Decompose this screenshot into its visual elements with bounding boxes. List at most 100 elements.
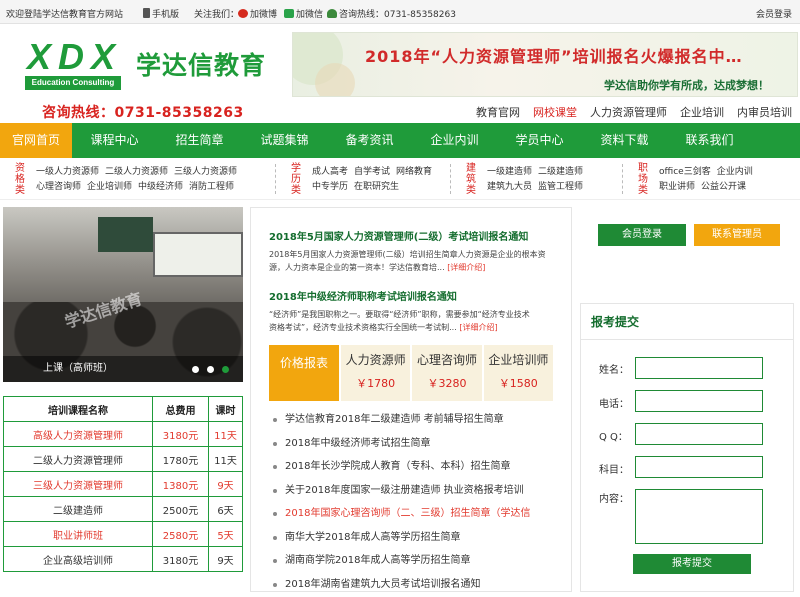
category-link[interactable]: 三级人力资源师 (174, 167, 237, 177)
news-summary: 2018年5月国家人力资源管理师(二级）培训招生简章人力资源是企业的根本资 源，… (269, 250, 546, 272)
category-construction: 建筑类 一级建造师 二级建造师 建筑九大员 监管工程师 (465, 163, 625, 197)
slider-dot[interactable] (207, 366, 214, 373)
category-link[interactable]: 在职研究生 (354, 182, 399, 192)
submit-button[interactable]: 报考提交 (633, 554, 751, 574)
quicknav-item[interactable]: 内审员培训 (737, 104, 792, 120)
list-item[interactable]: 湖南商学院2018年成人高等学历招生简章 (273, 549, 563, 573)
price-label: 价格报表 (269, 345, 339, 401)
table-row[interactable]: 三级人力资源管理师 1380元 9天 (3, 471, 243, 497)
table-row[interactable]: 二级人力资源管理师 1780元 11天 (3, 446, 243, 472)
category-link[interactable]: 心理咨询师 (36, 182, 81, 192)
category-link[interactable]: 一级人力资源师 (36, 167, 99, 177)
logo-letters: XDX (27, 36, 123, 77)
news-more-link[interactable]: [详细介绍] (459, 323, 497, 332)
category-divider (275, 164, 276, 194)
nav-downloads[interactable]: 资料下载 (582, 123, 667, 158)
subject-label: 科目： (599, 465, 629, 476)
price-cell[interactable]: 人力资源师 ￥1780 (339, 345, 411, 401)
member-login-button[interactable]: 会员登录 (598, 224, 686, 246)
slider-dot-active[interactable] (222, 366, 229, 373)
table-row[interactable]: 二级建造师 2500元 6天 (3, 496, 243, 522)
quicknav-item[interactable]: 人力资源管理师 (590, 104, 667, 120)
nav-exams[interactable]: 试题集锦 (242, 123, 327, 158)
category-link[interactable]: 消防工程师 (189, 182, 234, 192)
signup-form: 报考提交 姓名： 电话： Q Q： 科目： 内容： 报考提交 (580, 303, 794, 592)
column-header: 课时 (208, 396, 243, 422)
top-login-link[interactable]: 会员登录 (756, 7, 792, 20)
weixin-link[interactable]: 加微信 (284, 7, 323, 20)
nav-admissions[interactable]: 招生简章 (157, 123, 242, 158)
phone-field[interactable] (635, 390, 763, 412)
main-nav: 官网首页 课程中心 招生简章 试题集锦 备考资讯 企业内训 学员中心 资料下载 … (0, 123, 800, 158)
qq-field[interactable] (635, 423, 763, 445)
welcome-text: 欢迎登陆学达信教育官方网站 (6, 10, 124, 20)
logo-subtitle: Education Consulting (25, 76, 121, 90)
quicknav-item[interactable]: 网校课堂 (533, 104, 577, 120)
category-link[interactable]: 监管工程师 (538, 182, 583, 192)
site-logo[interactable]: XDX Education Consulting 学达信教育 (3, 30, 293, 100)
news-summary: “经济师”是我国职称之一。要取得“经济师”职称，需要参加“经济专业技术 资格考试… (269, 310, 530, 332)
contact-admin-button[interactable]: 联系管理员 (694, 224, 780, 246)
news-headline[interactable]: 2018年5月国家人力资源管理师(二级）考试培训报名通知 (269, 228, 528, 243)
mobile-link[interactable]: 手机版 (143, 7, 179, 20)
category-divider (622, 164, 623, 194)
slider-dots (192, 366, 229, 373)
price-cell[interactable]: 心理咨询师 ￥3280 (410, 345, 482, 401)
category-career: 职场类 office三剑客 企业内训 职业讲师 公益公开课 (637, 163, 797, 197)
category-link[interactable]: 企业培训师 (87, 182, 132, 192)
banner-title: 2018年“人力资源管理师”培训报名火爆报名中… (365, 47, 743, 66)
banner-subtitle: 学达信助你学有所成，达成梦想！ (604, 79, 769, 92)
category-link[interactable]: 成人高考 (312, 167, 348, 177)
brand-name: 学达信教育 (136, 51, 267, 80)
list-item[interactable]: 2018年中级经济师考试招生简章 (273, 432, 563, 456)
list-item[interactable]: 关于2018年度国家一级注册建造师 执业资格报考培训 (273, 479, 563, 503)
table-row[interactable]: 职业讲师班 2580元 5天 (3, 521, 243, 547)
category-title: 学历类 (291, 163, 301, 196)
qq-label: Q Q： (599, 432, 628, 443)
list-item[interactable]: 2018年湖南省建筑九大员考试培训报名通知 (273, 573, 563, 597)
subject-field[interactable] (635, 456, 763, 478)
price-cell[interactable]: 企业培训师 ￥1580 (481, 345, 553, 401)
column-header: 培训课程名称 (3, 396, 153, 422)
nav-news[interactable]: 备考资讯 (327, 123, 412, 158)
category-link[interactable]: 建筑九大员 (487, 182, 532, 192)
news-headline[interactable]: 2018年中级经济师职称考试培训报名通知 (269, 288, 457, 303)
category-link[interactable]: 二级人力资源师 (105, 167, 168, 177)
category-link[interactable]: 自学考试 (354, 167, 390, 177)
slider-dot[interactable] (192, 366, 199, 373)
news-list: 学达信教育2018年二级建造师 考前辅导招生简章 2018年中级经济师考试招生简… (273, 408, 563, 596)
nav-home[interactable]: 官网首页 (0, 123, 72, 158)
weibo-link[interactable]: 加微博 (238, 7, 277, 20)
list-item[interactable]: 学达信教育2018年二级建造师 考前辅导招生简章 (273, 408, 563, 432)
nav-corporate[interactable]: 企业内训 (412, 123, 497, 158)
content-textarea[interactable] (635, 489, 763, 544)
consult-hotline: 咨询热线：0731-85358263 (42, 105, 244, 121)
category-link[interactable]: 网络教育 (396, 167, 432, 177)
photo-slider[interactable]: 学达信教育 上课（高师班） (3, 207, 243, 382)
list-item[interactable]: 南华大学2018年成人高等学历招生简章 (273, 526, 563, 550)
news-more-link[interactable]: [详细介绍] (447, 263, 485, 272)
category-link[interactable]: 中级经济师 (138, 182, 183, 192)
list-item[interactable]: 2018年长沙学院成人教育（专科、本科）招生简章 (273, 455, 563, 479)
category-link[interactable]: 二级建造师 (538, 167, 583, 177)
name-field[interactable] (635, 357, 763, 379)
category-link[interactable]: 职业讲师 (659, 182, 695, 192)
nav-students[interactable]: 学员中心 (497, 123, 582, 158)
weibo-icon (238, 9, 248, 18)
table-row[interactable]: 企业高级培训师 3180元 9天 (3, 546, 243, 572)
news-panel: 2018年5月国家人力资源管理师(二级）考试培训报名通知 2018年5月国家人力… (250, 207, 572, 592)
table-row[interactable]: 高级人力资源管理师 3180元 11天 (3, 421, 243, 447)
form-title: 报考提交 (581, 304, 793, 340)
category-link[interactable]: 公益公开课 (701, 182, 746, 192)
nav-courses[interactable]: 课程中心 (72, 123, 157, 158)
category-link[interactable]: 中专学历 (312, 182, 348, 192)
category-link[interactable]: office三剑客 (659, 167, 711, 177)
header-banner[interactable]: 2018年“人力资源管理师”培训报名火爆报名中… 学达信助你学有所成，达成梦想！ (292, 32, 798, 97)
category-link[interactable]: 企业内训 (717, 167, 753, 177)
nav-contact[interactable]: 联系我们 (667, 123, 752, 158)
phone-icon (327, 9, 337, 18)
quicknav-item[interactable]: 教育官网 (476, 104, 520, 120)
category-link[interactable]: 一级建造师 (487, 167, 532, 177)
list-item[interactable]: 2018年国家心理咨询师（二、三级）招生简章（学达信 (273, 502, 563, 526)
quicknav-item[interactable]: 企业培训 (680, 104, 724, 120)
